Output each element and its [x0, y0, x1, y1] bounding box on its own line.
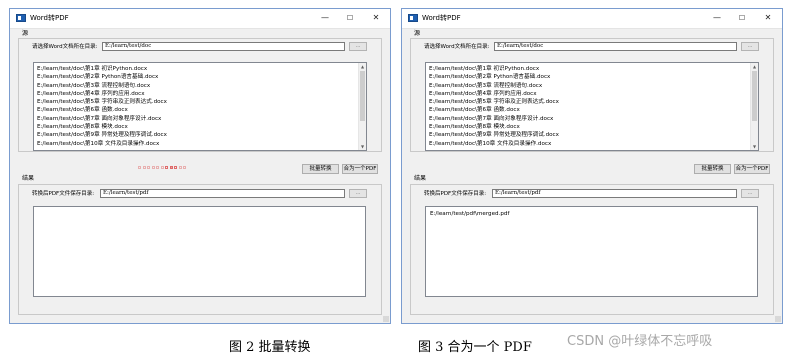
scrollbar-thumb[interactable] — [752, 71, 757, 121]
file-list-item[interactable]: E:/learn/test/doc\第3章 流程控制语句.docx — [429, 82, 758, 90]
source-group-label: 源 — [22, 30, 29, 37]
scroll-down-icon[interactable]: ▼ — [359, 143, 366, 150]
word-dir-label: 请选择Word文档所在目录: — [424, 44, 490, 50]
file-list-item[interactable]: E:/learn/test/doc\第4章 序列的应用.docx — [37, 90, 366, 98]
pdf-dir-browse-button[interactable]: ... — [349, 189, 367, 198]
file-list-scrollbar[interactable]: ▲ ▼ — [750, 63, 758, 150]
file-list-item[interactable]: E:/learn/test/doc\第9章 异常处理及程序调试.docx — [429, 131, 758, 139]
word-dir-input[interactable]: E:/learn/test/doc — [494, 42, 737, 51]
file-list-item[interactable]: E:/learn/test/doc\第7章 面向对象程序设计.docx — [37, 115, 366, 123]
file-list-item[interactable]: E:/learn/test/doc\第7章 面向对象程序设计.docx — [429, 115, 758, 123]
pdf-dir-browse-button[interactable]: ... — [741, 189, 759, 198]
result-group-label: 结果 — [414, 175, 427, 182]
file-list-item[interactable]: E:/learn/test/doc\第1章 初识Python.docx — [37, 65, 366, 73]
title-bar[interactable]: Word转PDF — ☐ ✕ — [402, 9, 782, 29]
resize-grip[interactable] — [775, 316, 781, 322]
minimize-button[interactable]: — — [710, 12, 724, 24]
merge-pdf-button[interactable]: 合为一个PDF — [342, 164, 378, 174]
file-list-item[interactable]: E:/learn/test/doc\第2章 Python语言基础.docx — [37, 73, 366, 81]
pdf-dir-label: 转换后PDF文件保存目录: — [424, 191, 487, 197]
source-group-label: 源 — [414, 30, 421, 37]
progress-indicator — [138, 166, 188, 170]
file-list-item[interactable]: E:/learn/test/doc\第10章 文件及目录操作.docx — [429, 140, 758, 148]
minimize-button[interactable]: — — [318, 12, 332, 24]
maximize-button[interactable]: ☐ — [343, 12, 357, 24]
app-window-merge: Word转PDF — ☐ ✕ 源 请选择Word文档所在目录: E:/learn… — [401, 8, 783, 324]
file-list-item[interactable]: E:/learn/test/doc\第8章 模块.docx — [37, 123, 366, 131]
file-list-item[interactable]: E:/learn/test/doc\第9章 异常处理及程序调试.docx — [37, 131, 366, 139]
close-button[interactable]: ✕ — [369, 12, 383, 24]
word-dir-browse-button[interactable]: ... — [349, 42, 367, 51]
resize-grip[interactable] — [383, 316, 389, 322]
figure-caption-merge: 图 3 合为一个 PDF — [418, 340, 532, 355]
batch-convert-button[interactable]: 批量转换 — [302, 164, 339, 174]
word-dir-label: 请选择Word文档所在目录: — [32, 44, 98, 50]
window-title: Word转PDF — [30, 14, 69, 22]
file-list-item[interactable]: E:/learn/test/doc\第4章 序列的应用.docx — [429, 90, 758, 98]
scroll-up-icon[interactable]: ▲ — [359, 63, 366, 70]
file-list-item[interactable]: E:/learn/test/doc\第10章 文件及目录操作.docx — [37, 140, 366, 148]
scrollbar-thumb[interactable] — [360, 71, 365, 121]
file-list-item[interactable]: E:/learn/test/doc\第5章 字符串及正则表达式.docx — [429, 98, 758, 106]
word-dir-browse-button[interactable]: ... — [741, 42, 759, 51]
watermark: CSDN @叶绿体不忘呼吸 — [567, 334, 713, 349]
figure-caption-batch: 图 2 批量转换 — [229, 340, 311, 355]
batch-convert-button[interactable]: 批量转换 — [694, 164, 731, 174]
word-file-list[interactable]: E:/learn/test/doc\第1章 初识Python.docx E:/le… — [425, 62, 759, 151]
maximize-button[interactable]: ☐ — [735, 12, 749, 24]
result-text-box[interactable]: E:/learn/test/pdf\merged.pdf — [425, 206, 758, 297]
file-list-item[interactable]: E:/learn/test/doc\第6章 函数.docx — [37, 106, 366, 114]
scroll-down-icon[interactable]: ▼ — [751, 143, 758, 150]
file-list-item[interactable]: E:/learn/test/doc\第1章 初识Python.docx — [429, 65, 758, 73]
file-list-item[interactable]: E:/learn/test/doc\第8章 模块.docx — [429, 123, 758, 131]
result-group-label: 结果 — [22, 175, 35, 182]
merge-pdf-button[interactable]: 合为一个PDF — [734, 164, 770, 174]
file-list-item[interactable]: E:/learn/test/doc\第5章 字符串及正则表达式.docx — [37, 98, 366, 106]
result-text: E:/learn/test/pdf\merged.pdf — [430, 211, 510, 217]
file-list-item[interactable]: E:/learn/test/doc\第6章 函数.docx — [429, 106, 758, 114]
pdf-dir-label: 转换后PDF文件保存目录: — [32, 191, 95, 197]
result-text-box[interactable] — [33, 206, 366, 297]
scroll-up-icon[interactable]: ▲ — [751, 63, 758, 70]
window-title: Word转PDF — [422, 14, 461, 22]
app-icon — [408, 14, 418, 22]
close-button[interactable]: ✕ — [761, 12, 775, 24]
word-file-list[interactable]: E:/learn/test/doc\第1章 初识Python.docx E:/le… — [33, 62, 367, 151]
word-dir-input[interactable]: E:/learn/test/doc — [102, 42, 345, 51]
title-bar[interactable]: Word转PDF — ☐ ✕ — [10, 9, 390, 29]
file-list-item[interactable]: E:/learn/test/doc\第3章 流程控制语句.docx — [37, 82, 366, 90]
file-list-scrollbar[interactable]: ▲ ▼ — [358, 63, 366, 150]
app-window-batch: Word转PDF — ☐ ✕ 源 请选择Word文档所在目录: E:/learn… — [9, 8, 391, 324]
pdf-dir-input[interactable]: E:/learn/test/pdf — [492, 189, 737, 198]
app-icon — [16, 14, 26, 22]
pdf-dir-input[interactable]: E:/learn/test/pdf — [100, 189, 345, 198]
file-list-item[interactable]: E:/learn/test/doc\第2章 Python语言基础.docx — [429, 73, 758, 81]
